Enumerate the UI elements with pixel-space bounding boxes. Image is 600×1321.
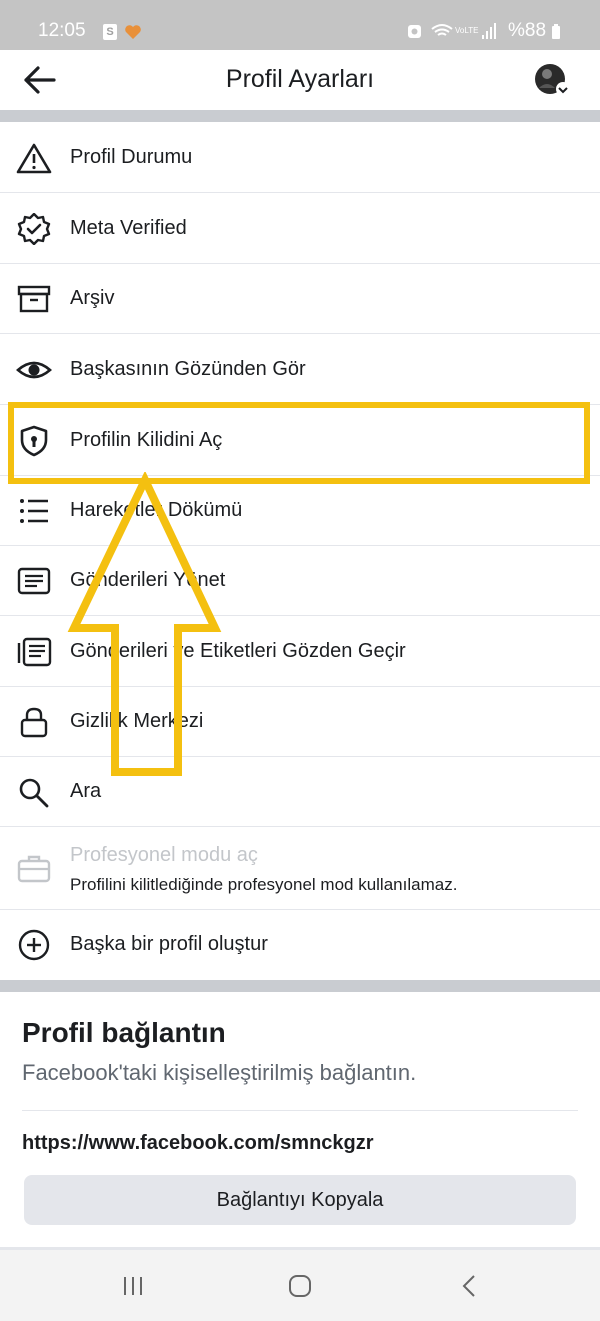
- menu-item-label: Gizlilik Merkezi: [70, 710, 204, 732]
- shield-lock-icon: [20, 425, 48, 457]
- page-title: Profil Ayarları: [225, 65, 375, 93]
- search-icon: [19, 778, 49, 808]
- section-divider: [0, 980, 600, 992]
- profile-avatar-button[interactable]: [533, 62, 573, 98]
- copy-link-button[interactable]: Bağlantıyı Kopyala: [24, 1175, 576, 1225]
- menu-item-label: Başkasının Gözünden Gör: [70, 358, 306, 380]
- notification-badge: S: [103, 24, 117, 40]
- status-time: 12:05: [38, 20, 86, 41]
- verified-badge-icon: [17, 213, 51, 245]
- alarm-icon: [408, 25, 421, 38]
- eye-icon: [16, 361, 52, 379]
- menu-item-label: Ara: [70, 780, 102, 802]
- menu-item-label: Hareketler Dökümü: [70, 499, 243, 521]
- network-label: VoLTE: [455, 26, 478, 35]
- menu-item-manage-posts[interactable]: Gönderileri Yönet: [0, 546, 600, 616]
- briefcase-icon: [17, 855, 51, 883]
- menu-item-label: Başka bir profil oluştur: [70, 933, 268, 955]
- section-divider: [0, 110, 600, 122]
- menu-item-label: Profil Durumu: [70, 146, 193, 168]
- back-icon[interactable]: [450, 1270, 490, 1302]
- menu-item-review-posts-tags[interactable]: Gönderileri ve Etiketleri Gözden Geçir: [0, 617, 600, 687]
- menu-item-privacy-center[interactable]: Gizlilik Merkezi: [0, 687, 600, 757]
- professional-mode-note: Profilini kilitlediğinde profesyonel mod…: [70, 875, 458, 894]
- lock-icon: [20, 707, 48, 738]
- warning-triangle-icon: [16, 143, 52, 174]
- menu-item-label: Meta Verified: [70, 217, 187, 239]
- list-icon: [20, 499, 48, 523]
- signal-icon: [482, 23, 496, 39]
- menu-item-meta-verified[interactable]: Meta Verified: [0, 194, 600, 264]
- menu-item-professional-mode: Profesyonel modu aç Profilini kilitlediğ…: [0, 826, 600, 910]
- avatar-dropdown-icon: [535, 64, 570, 96]
- menu-item-label: Profilin Kilidini Aç: [70, 429, 223, 451]
- divider: [22, 1110, 578, 1111]
- menu-item-label: Gönderileri Yönet: [70, 569, 226, 591]
- menu-item-archive[interactable]: Arşiv: [0, 264, 600, 334]
- menu-item-unlock-profile[interactable]: Profilin Kilidini Aç: [0, 406, 600, 476]
- professional-mode-label: Profesyonel modu aç: [70, 844, 258, 866]
- app-header: Profil Ayarları: [0, 50, 600, 110]
- android-nav-bar: [0, 1250, 600, 1321]
- profile-link-title: Profil bağlantın: [22, 1017, 226, 1048]
- menu-item-view-as[interactable]: Başkasının Gözünden Gör: [0, 335, 600, 405]
- battery-percent: %88: [508, 20, 547, 41]
- battery-icon: [552, 24, 560, 39]
- status-icons: VoLTE: [408, 23, 560, 39]
- archive-box-icon: [17, 285, 51, 313]
- recent-apps-icon[interactable]: [113, 1270, 153, 1302]
- profile-link-section: Profil bağlantın Facebook'taki kişiselle…: [0, 992, 600, 1247]
- menu-item-profile-status[interactable]: Profil Durumu: [0, 123, 600, 193]
- profile-link-url: https://www.facebook.com/smnckgzr: [22, 1132, 374, 1154]
- home-icon[interactable]: [280, 1270, 320, 1302]
- menu-item-label: Arşiv: [70, 287, 115, 309]
- menu-item-create-profile[interactable]: Başka bir profil oluştur: [0, 910, 600, 980]
- profile-link-subtitle: Facebook'taki kişiselleştirilmiş bağlant…: [22, 1060, 417, 1085]
- wifi-icon: [431, 24, 453, 36]
- status-bar: 12:05 S VoLTE %88: [0, 0, 600, 50]
- heart-notification-icon: [125, 25, 141, 39]
- menu-item-search[interactable]: Ara: [0, 757, 600, 827]
- review-posts-icon: [17, 637, 52, 667]
- menu-item-activity-log[interactable]: Hareketler Dökümü: [0, 476, 600, 546]
- plus-circle-icon: [18, 929, 50, 961]
- menu-item-label: Gönderileri ve Etiketleri Gözden Geçir: [70, 640, 406, 662]
- posts-icon: [17, 567, 51, 595]
